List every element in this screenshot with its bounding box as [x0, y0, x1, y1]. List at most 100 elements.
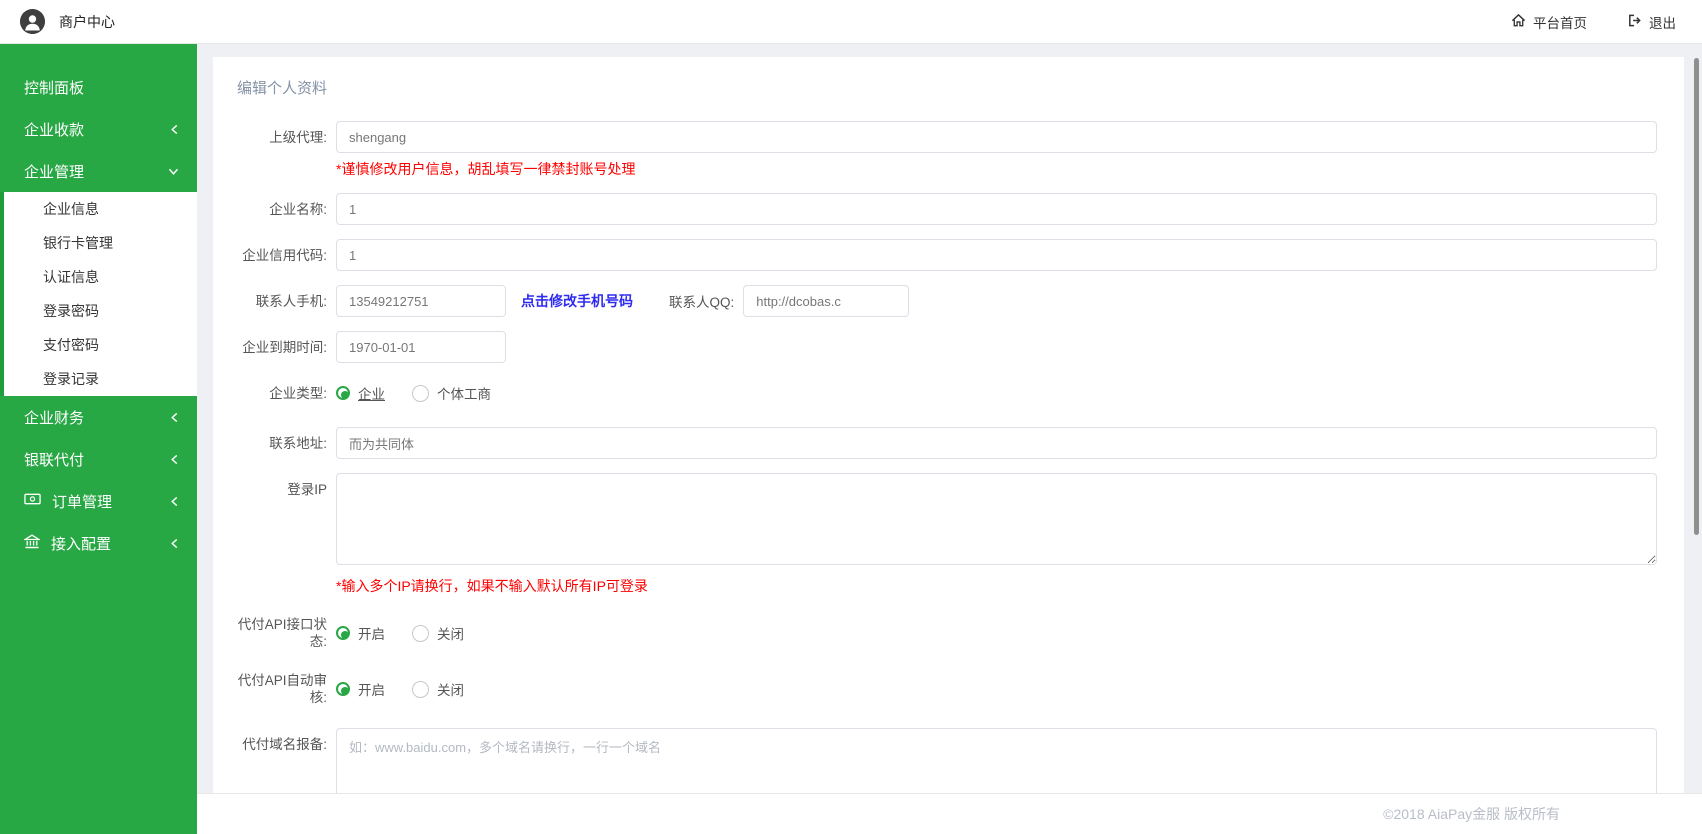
form-row-parent-agent: 上级代理: *谨慎修改用户信息，胡乱填写一律禁封账号处理: [237, 121, 1657, 179]
logout-icon: [1627, 13, 1642, 31]
sidebar: 控制面板 企业收款 企业管理 企业信息 银行卡管理 认证信息 登录密码 支付密码…: [0, 44, 197, 834]
sidebar-item-enterprise-finance[interactable]: 企业财务: [0, 396, 197, 438]
contact-qq-label: 联系人QQ:: [669, 295, 735, 310]
company-type-label: 企业类型:: [269, 385, 327, 401]
app-title: 商户中心: [59, 13, 115, 30]
api-status-label: 代付API接口状态:: [237, 617, 327, 649]
domain-report-textarea[interactable]: [336, 728, 1657, 793]
company-name-label: 企业名称:: [269, 202, 327, 217]
radio-label: 个体工商: [437, 387, 491, 402]
expire-date-label: 企业到期时间:: [242, 340, 327, 355]
credit-code-input[interactable]: [336, 239, 1657, 271]
form-row-company-type: 企业类型: 企业 个体工商: [237, 383, 1657, 403]
login-ip-label: 登录IP: [287, 482, 327, 497]
chevron-left-icon: [170, 496, 179, 507]
page-footer: ©2018 AiaPay金服 版权所有: [197, 793, 1702, 834]
expire-date-input[interactable]: [336, 331, 506, 363]
sidebar-item-access-config[interactable]: 接入配置: [0, 522, 197, 564]
platform-home-label: 平台首页: [1533, 15, 1587, 31]
parent-agent-warning: *谨慎修改用户信息，胡乱填写一律禁封账号处理: [336, 161, 636, 177]
contact-address-label: 联系地址:: [269, 436, 327, 451]
sidebar-item-label: 订单管理: [52, 493, 113, 511]
radio-circle-icon: [336, 626, 350, 640]
sidebar-item-enterprise-collection[interactable]: 企业收款: [0, 108, 197, 150]
vertical-scrollbar[interactable]: [1694, 58, 1699, 535]
api-auto-audit-radio-off[interactable]: 关闭: [412, 679, 464, 699]
logout-label: 退出: [1649, 15, 1676, 31]
contact-phone-input[interactable]: [336, 285, 506, 317]
radio-circle-icon: [412, 680, 429, 698]
user-avatar-icon[interactable]: [20, 9, 45, 34]
form-row-contact-phone: 联系人手机: 点击修改手机号码 联系人QQ:: [237, 285, 1657, 317]
sidebar-item-dashboard[interactable]: 控制面板: [0, 66, 197, 108]
layout: 控制面板 企业收款 企业管理 企业信息 银行卡管理 认证信息 登录密码 支付密码…: [0, 44, 1702, 834]
change-phone-link[interactable]: 点击修改手机号码: [521, 291, 633, 311]
login-ip-textarea[interactable]: [336, 473, 1657, 565]
radio-label: 开启: [358, 627, 385, 642]
parent-agent-input[interactable]: [336, 121, 1657, 153]
sidebar-subitem-login-records[interactable]: 登录记录: [4, 362, 197, 396]
sidebar-item-label: 接入配置: [51, 535, 112, 553]
sidebar-subitem-bank-card[interactable]: 银行卡管理: [4, 226, 197, 260]
chevron-down-icon: [168, 167, 179, 176]
company-type-radio-individual[interactable]: 个体工商: [412, 383, 491, 403]
content-area: 编辑个人资料 上级代理: *谨慎修改用户信息，胡乱填写一律禁封账号处理 企业名称…: [197, 44, 1702, 793]
api-status-radio-off[interactable]: 关闭: [412, 623, 464, 643]
sidebar-subitem-enterprise-info[interactable]: 企业信息: [4, 192, 197, 226]
radio-circle-icon: [336, 386, 350, 400]
radio-label: 企业: [358, 387, 385, 402]
radio-label: 开启: [358, 683, 385, 698]
sidebar-item-label: 企业财务: [24, 409, 85, 427]
api-auto-audit-radio-on[interactable]: 开启: [336, 679, 385, 699]
radio-label: 关闭: [437, 627, 464, 642]
radio-circle-icon: [336, 682, 350, 696]
chevron-left-icon: [170, 124, 179, 135]
contact-phone-label: 联系人手机:: [255, 294, 327, 309]
company-name-input[interactable]: [336, 193, 1657, 225]
sidebar-item-enterprise-management[interactable]: 企业管理: [0, 150, 197, 192]
company-type-radio-enterprise[interactable]: 企业: [336, 383, 385, 403]
main-area: 编辑个人资料 上级代理: *谨慎修改用户信息，胡乱填写一律禁封账号处理 企业名称…: [197, 44, 1702, 834]
domain-report-label: 代付域名报备:: [242, 737, 327, 752]
topnav: 平台首页 退出: [1511, 12, 1676, 32]
sidebar-item-unionpay-payment[interactable]: 银联代付: [0, 438, 197, 480]
credit-code-label: 企业信用代码:: [242, 248, 327, 263]
platform-home-link[interactable]: 平台首页: [1511, 12, 1587, 32]
enterprise-management-submenu: 企业信息 银行卡管理 认证信息 登录密码 支付密码 登录记录: [0, 192, 197, 396]
contact-qq-input[interactable]: [743, 285, 910, 317]
sidebar-subitem-auth-info[interactable]: 认证信息: [4, 260, 197, 294]
contact-address-input[interactable]: [336, 427, 1657, 459]
login-ip-note: *输入多个IP请换行，如果不输入默认所有IP可登录: [336, 578, 648, 594]
form-row-expire-date: 企业到期时间:: [237, 331, 1657, 363]
parent-agent-label: 上级代理:: [269, 130, 327, 145]
sidebar-subitem-login-password[interactable]: 登录密码: [4, 294, 197, 328]
sidebar-item-label: 企业管理: [24, 163, 85, 181]
chevron-left-icon: [170, 538, 179, 549]
radio-label: 关闭: [437, 683, 464, 698]
form-row-domain-report: 代付域名报备:: [237, 728, 1657, 793]
copyright-text: ©2018 AiaPay金服 版权所有: [1383, 806, 1560, 822]
topbar: 商户中心 平台首页 退出: [0, 0, 1702, 44]
bank-icon: [22, 533, 42, 553]
chevron-left-icon: [170, 454, 179, 465]
form-row-company-name: 企业名称:: [237, 193, 1657, 225]
logout-link[interactable]: 退出: [1627, 12, 1676, 32]
api-status-radio-on[interactable]: 开启: [336, 623, 385, 643]
sidebar-item-label: 银联代付: [24, 451, 85, 469]
edit-profile-card: 编辑个人资料 上级代理: *谨慎修改用户信息，胡乱填写一律禁封账号处理 企业名称…: [213, 57, 1684, 793]
radio-circle-icon: [412, 624, 429, 642]
banknote-icon: [24, 492, 41, 510]
home-icon: [1511, 13, 1526, 31]
form-row-credit-code: 企业信用代码:: [237, 239, 1657, 271]
form-row-login-ip: 登录IP *输入多个IP请换行，如果不输入默认所有IP可登录: [237, 473, 1657, 596]
form-row-contact-address: 联系地址:: [237, 427, 1657, 459]
radio-circle-icon: [412, 384, 429, 402]
form-row-api-auto-audit: 代付API自动审核: 开启 关闭: [237, 672, 1657, 706]
sidebar-subitem-pay-password[interactable]: 支付密码: [4, 328, 197, 362]
sidebar-item-order-management[interactable]: 订单管理: [0, 480, 197, 522]
api-auto-audit-label: 代付API自动审核:: [237, 673, 327, 705]
form-row-api-status: 代付API接口状态: 开启 关闭: [237, 616, 1657, 650]
sidebar-item-label: 控制面板: [24, 79, 85, 97]
chevron-left-icon: [170, 412, 179, 423]
page-title: 编辑个人资料: [237, 80, 328, 97]
